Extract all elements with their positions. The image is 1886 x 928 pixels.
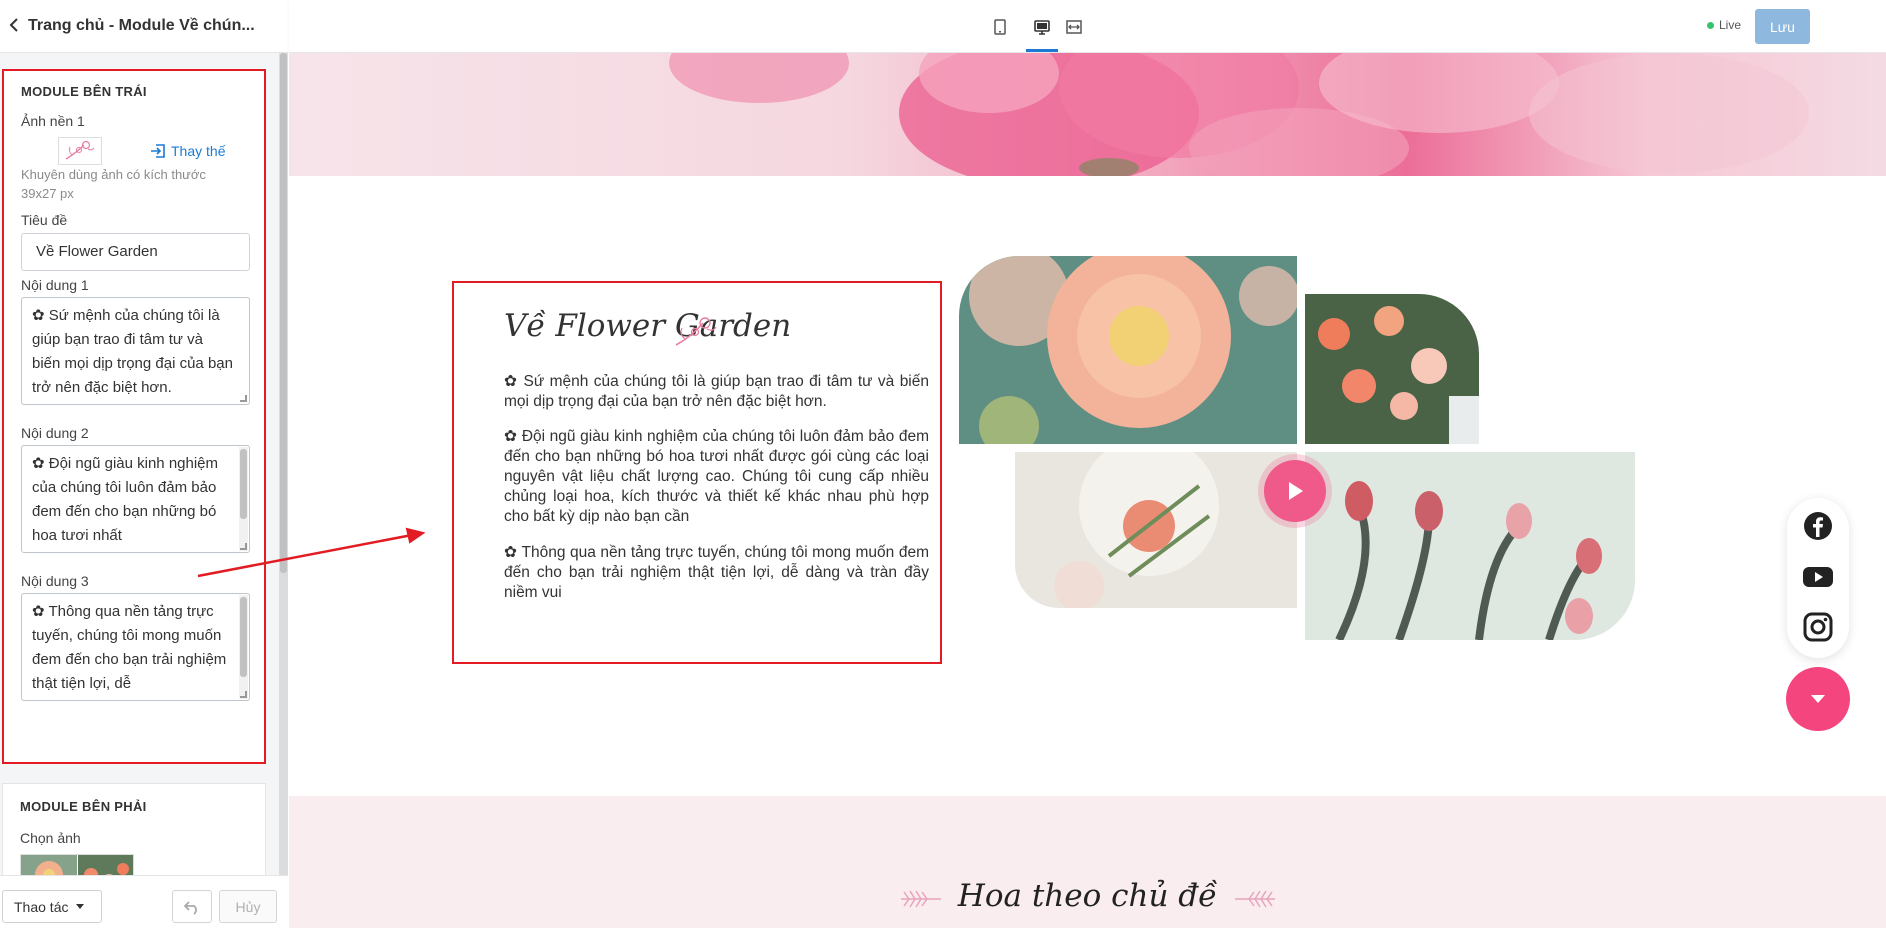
flower-photo-collage	[959, 256, 1635, 640]
back-button[interactable]	[0, 15, 28, 38]
content2-textarea[interactable]: ✿ Đội ngũ giàu kinh nghiệm của chúng tôi…	[21, 445, 250, 553]
resize-grip[interactable]	[240, 395, 247, 402]
content3-textarea[interactable]: ✿ Thông qua nền tảng trực tuyến, chúng t…	[21, 593, 250, 701]
content2-label: Nội dung 2	[21, 425, 89, 441]
bg-image-thumbnail[interactable]	[58, 137, 102, 165]
replace-image-button[interactable]: Thay thế	[150, 143, 225, 159]
resize-grip[interactable]	[240, 543, 247, 550]
fullwidth-icon	[1066, 20, 1082, 34]
cancel-button[interactable]: Hủy	[219, 890, 277, 923]
replace-label: Thay thế	[171, 143, 226, 159]
actions-label: Thao tác	[14, 898, 69, 915]
title-input[interactable]: Về Flower Garden	[21, 233, 250, 271]
right-module-title: MODULE BÊN PHẢI	[20, 799, 147, 814]
editor-sidebar: Trang chủ - Module Về chún... MODULE BÊN…	[0, 0, 288, 928]
flowers-collage-thumbnail	[21, 855, 133, 875]
play-icon	[1289, 482, 1303, 500]
youtube-link[interactable]	[1802, 561, 1834, 593]
leaf-ornament-right-icon	[1235, 890, 1275, 908]
youtube-icon	[1803, 567, 1833, 587]
bride-bouquet-photo	[1015, 452, 1297, 608]
about-paragraph-1: ✿ Sứ mệnh của chúng tôi là giúp bạn trao…	[504, 373, 929, 410]
desktop-icon	[1034, 19, 1050, 35]
caret-down-icon	[76, 904, 85, 909]
desktop-view-button[interactable]	[1029, 14, 1055, 40]
chevron-left-icon	[9, 17, 18, 32]
about-title: Về Flower Garden	[504, 308, 792, 344]
content1-text: ✿ Sứ mệnh của chúng tôi là giúp bạn trao…	[32, 307, 233, 396]
replace-icon	[151, 144, 165, 158]
tulips-photo	[1305, 452, 1635, 640]
content3-text: ✿ Thông qua nền tảng trực tuyến, chúng t…	[32, 603, 227, 692]
play-video-button[interactable]	[1264, 460, 1326, 522]
resize-grip[interactable]	[240, 691, 247, 698]
about-paragraph-3: ✿ Thông qua nền tảng trực tuyến, chúng t…	[504, 544, 929, 601]
content1-label: Nội dung 1	[21, 277, 89, 293]
title-field-label: Tiêu đề	[21, 212, 68, 228]
mobile-view-button[interactable]	[987, 14, 1013, 40]
undo-icon	[183, 900, 197, 915]
content2-text: ✿ Đội ngũ giàu kinh nghiệm của chúng tôi…	[32, 455, 219, 544]
pink-flowers-photo	[669, 53, 1809, 176]
actions-dropdown[interactable]: Thao tác	[2, 890, 102, 923]
facebook-link[interactable]	[1802, 510, 1834, 542]
editor-toolbar: Live Lưu	[289, 0, 1886, 53]
live-dot-icon	[1707, 21, 1714, 29]
caret-down-icon	[1811, 695, 1825, 703]
choose-image-label: Chọn ảnh	[20, 830, 81, 846]
roses-bouquet-photo	[1305, 294, 1479, 444]
social-floating-bar	[1787, 498, 1849, 658]
live-status: Live	[1707, 18, 1741, 32]
image-size-note: Khuyên dùng ảnh có kích thước 39x27 px	[21, 167, 206, 201]
image-picker-thumbnail[interactable]	[20, 854, 134, 875]
mobile-icon	[994, 19, 1006, 35]
category-section-title: Hoa theo chủ đề	[957, 878, 1218, 914]
bg-image-label: Ảnh nền 1	[21, 113, 85, 129]
flower-sketch-icon	[65, 140, 95, 160]
active-device-indicator	[1026, 49, 1058, 52]
live-label: Live	[1719, 18, 1742, 32]
sidebar-header: Trang chủ - Module Về chún...	[0, 0, 288, 53]
about-paragraph-2: ✿ Đội ngũ giàu kinh nghiệm của chúng tôi…	[504, 428, 929, 525]
flower-sketch-icon	[675, 317, 717, 346]
scroll-down-button[interactable]	[1786, 667, 1850, 731]
content1-textarea[interactable]: ✿ Sứ mệnh của chúng tôi là giúp bạn trao…	[21, 297, 250, 405]
textarea-scrollbar[interactable]	[239, 595, 248, 699]
facebook-icon	[1804, 512, 1832, 540]
sidebar-scroll-area: MODULE BÊN TRÁI Ảnh nền 1 Thay thế Khuyê…	[0, 53, 288, 875]
save-button[interactable]: Lưu	[1755, 9, 1810, 44]
instagram-link[interactable]	[1802, 611, 1834, 643]
fullwidth-view-button[interactable]	[1061, 14, 1087, 40]
right-module-card: MODULE BÊN PHẢI Chọn ảnh	[2, 783, 266, 875]
left-module-title: MODULE BÊN TRÁI	[21, 84, 147, 99]
undo-button[interactable]	[172, 890, 212, 923]
hero-banner-image	[289, 53, 1886, 176]
left-module-card: MODULE BÊN TRÁI Ảnh nền 1 Thay thế Khuyê…	[2, 69, 266, 764]
page-title: Trang chủ - Module Về chún...	[28, 17, 255, 34]
page-preview: Về Flower Garden ✿ Sứ mệnh của chúng tôi…	[289, 53, 1886, 928]
sidebar-footer: Thao tác Hủy	[0, 875, 288, 928]
sidebar-scrollbar[interactable]	[279, 53, 288, 875]
dahlia-photo	[959, 256, 1297, 444]
instagram-icon	[1803, 612, 1833, 642]
textarea-scrollbar[interactable]	[239, 447, 248, 551]
content3-label: Nội dung 3	[21, 573, 89, 589]
